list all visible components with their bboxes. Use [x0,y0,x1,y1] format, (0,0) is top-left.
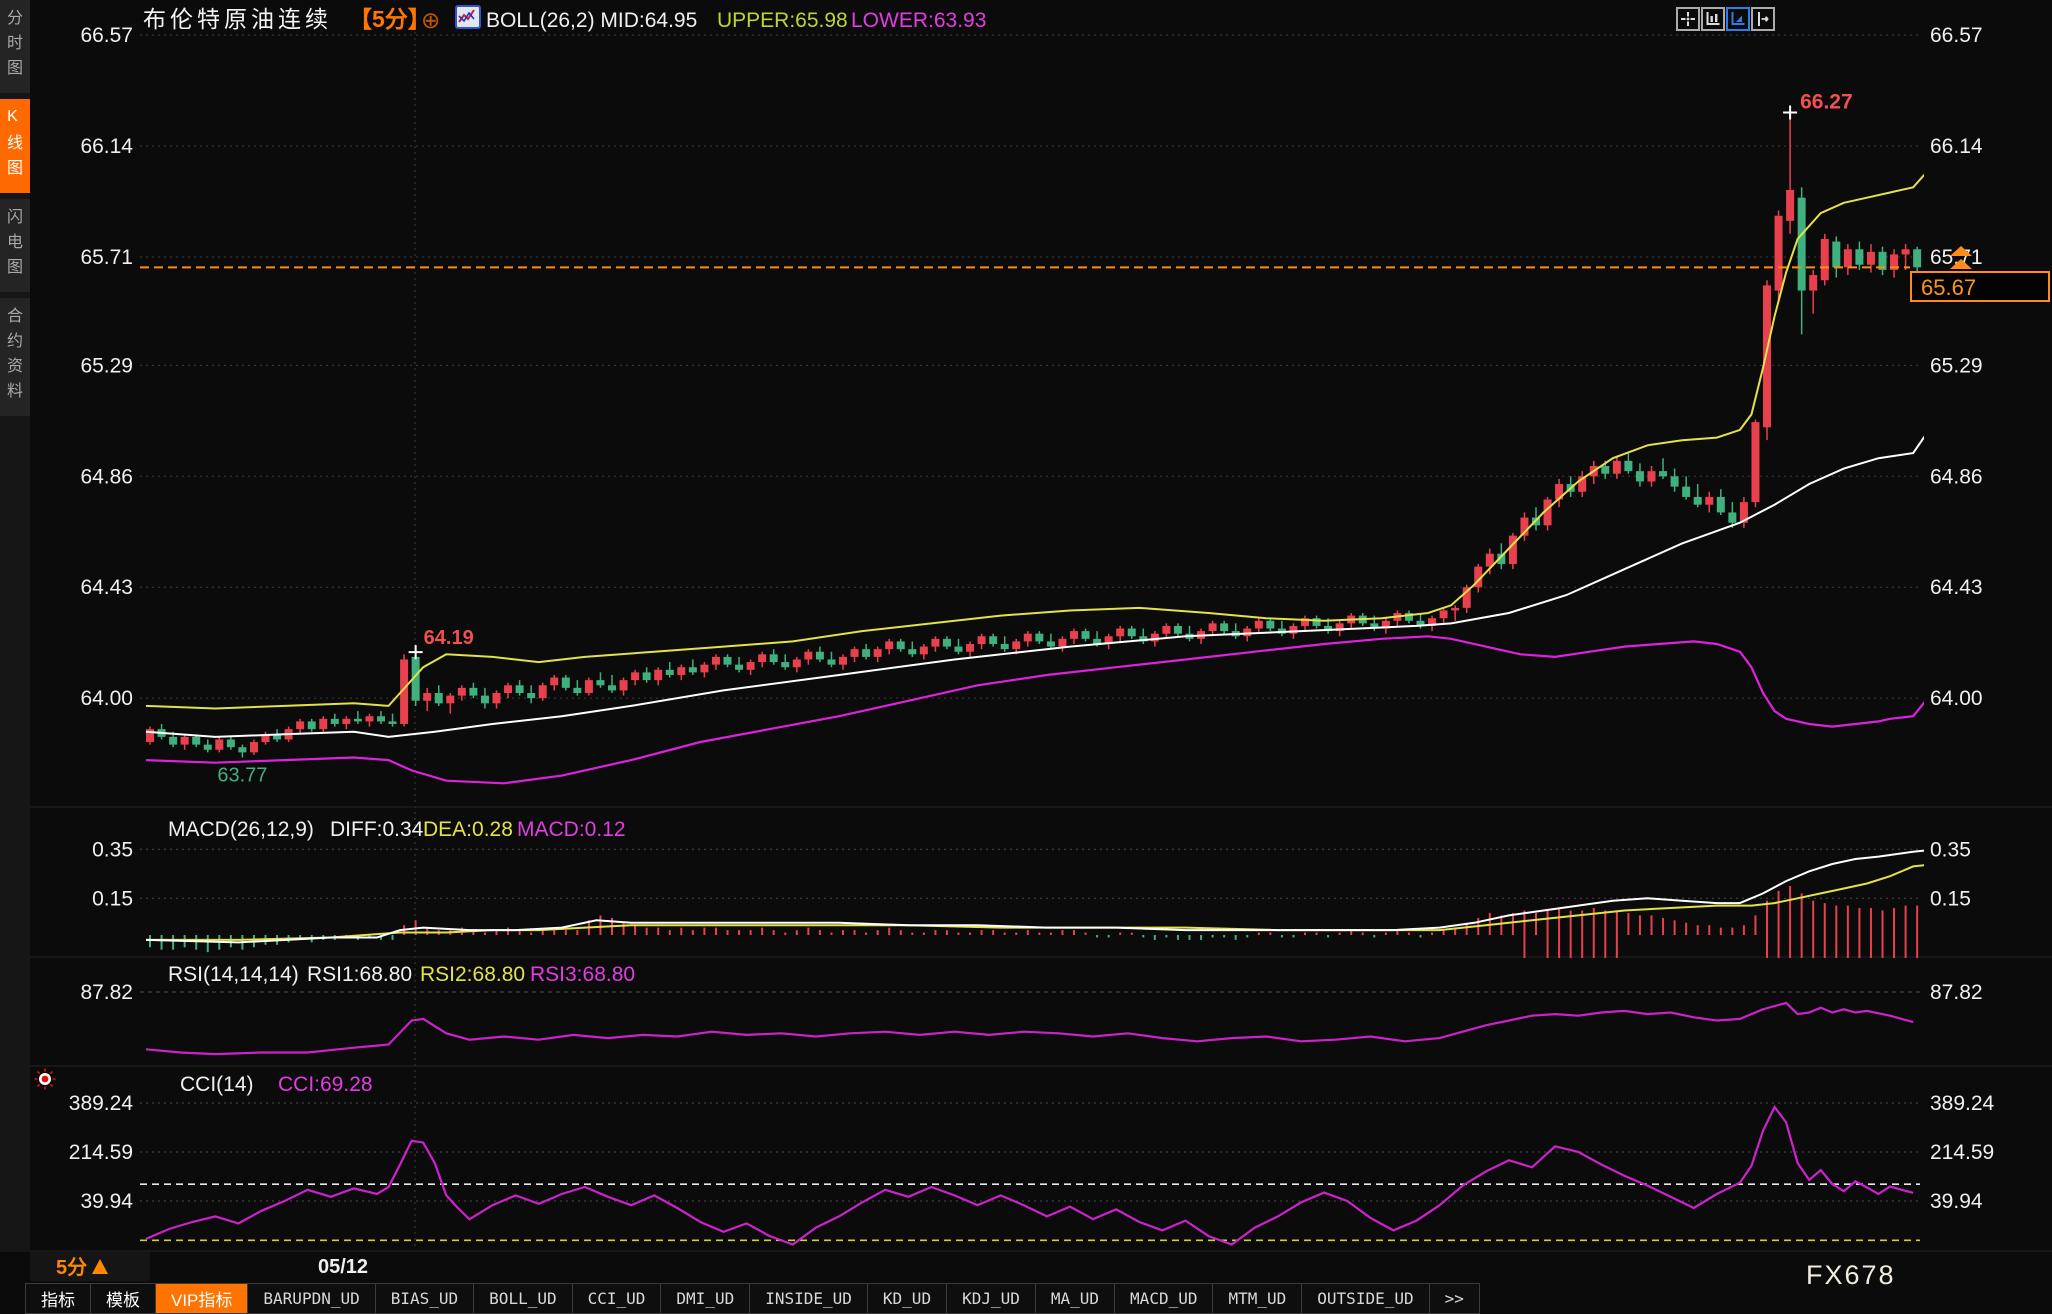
axis-tick-label: 64.86 [1930,465,1983,488]
axis-tick-label: 87.82 [80,981,133,1004]
axis-tick-label: 0.35 [92,838,133,861]
macd-dea-value: DEA:0.28 [423,818,513,841]
sidebar-tab-contract-info[interactable]: 合约资料 [0,298,30,416]
toolbar-button-template[interactable]: 模板 [91,1283,156,1314]
axis-tick-label: 66.14 [80,135,133,158]
toolbar-button-boll-ud[interactable]: BOLL_UD [474,1283,572,1314]
axis-tick-label: 65.29 [80,354,133,377]
indicator-toolbar: 指标 模板 VIP指标 BARUPDN_UD BIAS_UD BOLL_UD C… [25,1283,1480,1314]
macd-diff-value: DIFF:0.34 [330,818,424,841]
toolbar-button-outside-ud[interactable]: OUTSIDE_UD [1302,1283,1429,1314]
axis-tick-label: 389.24 [1930,1092,1995,1115]
toolbar-button-kd-ud[interactable]: KD_UD [868,1283,947,1314]
toolbar-button-macd-ud[interactable]: MACD_UD [1115,1283,1213,1314]
xaxis-period-label[interactable]: 5分 [56,1256,87,1279]
extreme-cross-marker [409,645,423,659]
axis-tick-label: 389.24 [69,1092,134,1115]
chart-canvas[interactable]: 66.5766.5766.1466.1465.7165.7165.2965.29… [0,0,2052,1282]
crosshair-icon [1680,11,1696,27]
scale-arrow-icon [1755,11,1771,27]
high-price-label: 66.27 [1800,91,1853,114]
sidebar-tab-lightning-chart[interactable]: 闪电图 [0,199,30,292]
toolbar-button-kdj-ud[interactable]: KDJ_UD [947,1283,1036,1314]
macd-title: MACD(26,12,9) [168,818,314,841]
axis-tick-label: 66.14 [1930,135,1983,158]
toolbar-button-indicator[interactable]: 指标 [25,1283,91,1314]
axis-tick-label: 39.94 [80,1190,133,1213]
crosshair-tool-icon[interactable] [1676,7,1700,31]
rsi2-value: RSI2:68.80 [420,963,525,986]
toolbar-button-vip-indicator[interactable]: VIP指标 [156,1283,248,1314]
axis-tick-label: 64.00 [80,687,133,710]
axis-tick-label: 0.35 [1930,838,1971,861]
axis-tick-label: 64.43 [1930,576,1983,599]
axis-tick-label: 0.15 [1930,887,1971,910]
toolbar-button-bias-ud[interactable]: BIAS_UD [376,1283,474,1314]
axis-tick-label: 64.86 [80,465,133,488]
toolbar-button-inside-ud[interactable]: INSIDE_UD [750,1283,868,1314]
macd-value: MACD:0.12 [517,818,626,841]
axis-tick-label: 65.29 [1930,354,1983,377]
toolbar-button-more[interactable]: >> [1430,1283,1480,1314]
rsi-title: RSI(14,14,14) [168,963,299,986]
swing-high-label: 64.19 [424,627,474,649]
axis-tick-label: 0.15 [92,887,133,910]
app-window: 分时图 K线图 闪电图 合约资料 66.5766. [0,0,2052,1314]
mini-chart-icon[interactable] [456,6,480,28]
toolbar-button-ma-ud[interactable]: MA_UD [1036,1283,1115,1314]
axis-tick-label: 87.82 [1930,981,1983,1004]
cci-title: CCI(14) [180,1073,254,1096]
boll-lower-label: LOWER:63.93 [851,9,986,32]
auto-scale-tool-icon-active[interactable] [1726,7,1750,31]
toolbar-button-barupdn-ud[interactable]: BARUPDN_UD [248,1283,375,1314]
live-blink-icon [35,1069,56,1090]
axis-tick-label: 39.94 [1930,1190,1983,1213]
toolbar-button-dmi-ud[interactable]: DMI_UD [661,1283,750,1314]
toolbar-button-mtm-ud[interactable]: MTM_UD [1213,1283,1302,1314]
rsi3-value: RSI3:68.80 [530,963,635,986]
series-layer [146,113,1936,1245]
axis-tick-label: 64.43 [80,576,133,599]
fx678-watermark: FX678 [1806,1260,1896,1291]
instrument-title: 布伦特原油连续 [143,6,332,32]
left-sidebar: 分时图 K线图 闪电图 合约资料 [0,0,30,1252]
sidebar-tab-kline-chart[interactable]: K线图 [0,99,30,193]
add-overlay-icon[interactable]: ⊕ [421,7,440,33]
period-label[interactable]: 【5分】 [349,6,431,32]
boll-upper-label: UPPER:65.98 [717,9,848,32]
axis-tick-label: 214.59 [69,1141,133,1164]
price-line-tool-icon[interactable] [1751,7,1775,31]
xaxis-date-label: 05/12 [318,1256,368,1278]
axis-tick-label: 214.59 [1930,1141,1994,1164]
axis-tick-label: 65.71 [80,246,133,269]
indicator-line [146,1003,1913,1054]
axis-play-icon [1730,11,1746,27]
indicator-line [146,1107,1913,1245]
rs1-value: RSI1:68.80 [307,963,412,986]
axis-tick-label: 66.57 [80,24,133,47]
axis-tick-label: 64.00 [1930,687,1983,710]
axis-chart-icon [1705,11,1721,27]
last-price-value: 65.67 [1921,275,1976,300]
boll-mid-label: BOLL(26,2) MID:64.95 [486,9,697,32]
low-price-label: 63.77 [217,765,267,787]
extreme-cross-marker [1783,106,1797,120]
axis-tick-label: 66.57 [1930,24,1983,47]
candles-layer [146,113,1921,758]
axis-scale-tool-icon[interactable] [1701,7,1725,31]
cci-value: CCI:69.28 [278,1073,373,1096]
period-strip-bg [30,1252,150,1281]
toolbar-button-cci-ud[interactable]: CCI_UD [573,1283,662,1314]
sidebar-tab-time-chart[interactable]: 分时图 [0,0,30,93]
